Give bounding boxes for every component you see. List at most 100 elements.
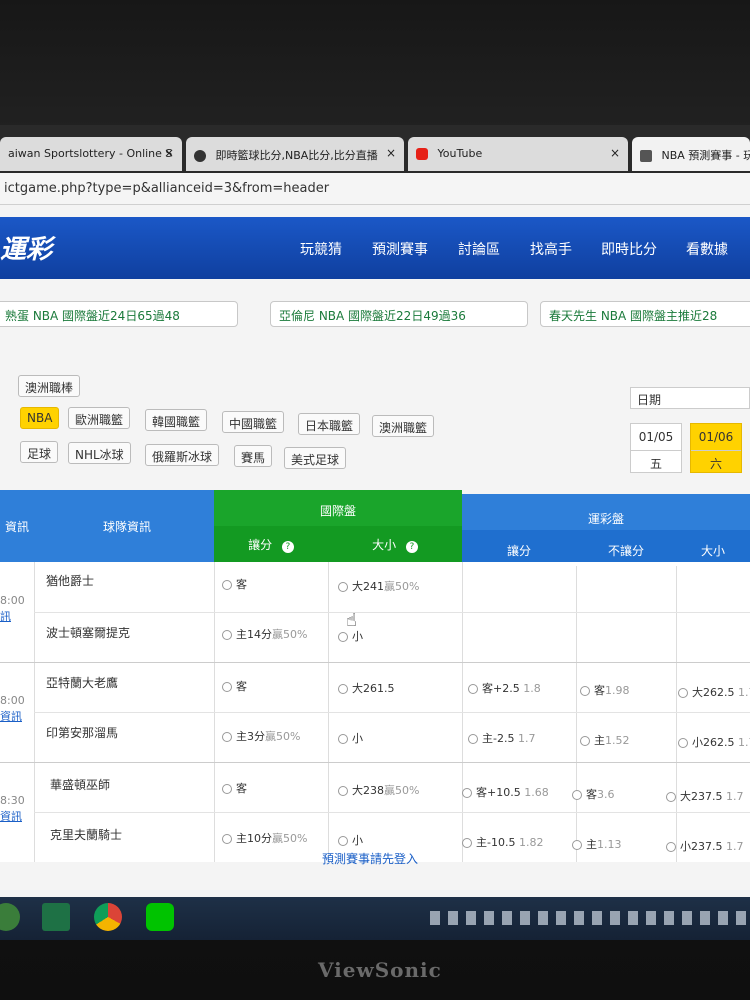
chrome-icon[interactable] <box>94 903 122 931</box>
close-icon[interactable]: × <box>164 146 174 160</box>
login-prompt-link[interactable]: 預測賽事請先登入 <box>322 850 418 867</box>
site-logo[interactable]: 運彩 <box>0 229 52 266</box>
spread-home-option[interactable]: 主3分贏50% <box>222 728 300 744</box>
local-total-over-option[interactable]: 大262.5 1.7 <box>678 684 750 700</box>
local-total-under-option[interactable]: 小237.5 1.7 <box>666 838 744 854</box>
filter-horse-racing[interactable]: 賽馬 <box>234 445 273 467</box>
filter-nba[interactable]: NBA <box>20 407 60 429</box>
ticker-item[interactable]: 熟蛋 NBA 國際盤近24日65過48 <box>0 301 238 327</box>
browser-screen: aiwan Sportslottery - Online S × 即時籃球比分,… <box>0 125 750 940</box>
local-nospread-away-option[interactable]: 客1.98 <box>580 682 630 698</box>
help-icon[interactable]: ? <box>405 541 418 553</box>
tab-label: YouTube <box>437 147 483 160</box>
home-team[interactable]: 印第安那溜馬 <box>46 724 118 741</box>
spread-away-option[interactable]: 客 <box>222 576 247 592</box>
game-info-link[interactable]: 資訊 <box>0 808 22 824</box>
radio-icon <box>338 632 348 642</box>
total-under-option[interactable]: 小 <box>338 730 363 746</box>
filter-japan-basketball[interactable]: 日本職籃 <box>298 413 361 435</box>
filter-nhl[interactable]: NHL冰球 <box>68 442 131 464</box>
game-info-link[interactable]: 訊 <box>0 608 11 624</box>
intl-header: 國際盤 <box>319 504 356 518</box>
filter-australia-baseball[interactable]: 澳洲職棒 <box>18 375 81 397</box>
radio-icon <box>572 790 582 800</box>
home-team[interactable]: 波士頓塞爾提克 <box>46 624 130 641</box>
tab-label: 即時籃球比分,NBA比分,比分直播 <box>215 149 378 162</box>
spread-away-option[interactable]: 客 <box>222 780 247 796</box>
away-team[interactable]: 猶他爵士 <box>46 572 94 589</box>
ticker-item[interactable]: 春天先生 NBA 國際盤主推近28 <box>540 301 750 327</box>
spread-home-option[interactable]: 主10分贏50% <box>222 830 307 846</box>
away-team[interactable]: 華盛頓巫師 <box>50 776 110 793</box>
radio-icon <box>580 686 590 696</box>
nav-experts[interactable]: 找高手 <box>530 239 572 259</box>
tab-basketball-scores[interactable]: 即時籃球比分,NBA比分,比分直播 × <box>186 137 404 171</box>
filter-russia-hockey[interactable]: 俄羅斯冰球 <box>145 444 220 466</box>
radio-icon <box>222 682 232 692</box>
nav-play[interactable]: 玩競猜 <box>300 239 342 259</box>
radio-icon <box>572 840 582 850</box>
local-spread-away-option[interactable]: 客+10.5 1.68 <box>462 784 549 800</box>
home-team[interactable]: 克里夫蘭騎士 <box>50 826 122 843</box>
total-under-option[interactable]: 小 <box>338 832 363 848</box>
total-over-option[interactable]: 大238贏50% <box>338 782 419 798</box>
game-time: 8:00 <box>0 694 25 707</box>
nav-predict[interactable]: 預測賽事 <box>372 239 428 259</box>
local-nospread-header: 不讓分 <box>607 544 644 558</box>
app-icon[interactable] <box>0 903 20 931</box>
day-0106[interactable]: 01/06 六 <box>690 423 742 473</box>
local-nospread-home-option[interactable]: 主1.13 <box>572 836 622 852</box>
game-info-link[interactable]: 資訊 <box>0 708 22 724</box>
spread-away-option[interactable]: 客 <box>222 678 247 694</box>
local-nospread-home-option[interactable]: 主1.52 <box>580 732 630 748</box>
site-favicon-icon <box>640 150 652 162</box>
filter-korea-basketball[interactable]: 韓國職籃 <box>145 409 208 431</box>
radio-icon <box>468 684 478 694</box>
radio-icon <box>580 736 590 746</box>
taskbar <box>0 897 750 940</box>
tab-nba-predict[interactable]: NBA 預測賽事 - 玩 <box>632 137 750 171</box>
team-header: 球隊資訊 <box>102 520 151 534</box>
local-spread-away-option[interactable]: 客+2.5 1.8 <box>468 680 541 696</box>
local-nospread-away-option[interactable]: 客3.6 <box>572 786 615 802</box>
total-over-option[interactable]: 大241贏50% <box>338 578 419 594</box>
local-spread-home-option[interactable]: 主-10.5 1.82 <box>462 834 543 850</box>
nav-data[interactable]: 看數據 <box>686 239 728 259</box>
local-total-under-option[interactable]: 小262.5 1.7 <box>678 734 750 750</box>
date-label: 日期 <box>630 387 750 409</box>
radio-icon <box>338 684 348 694</box>
spread-home-option[interactable]: 主14分贏50% <box>222 626 307 642</box>
total-over-option[interactable]: 大261.5 <box>338 680 395 696</box>
filter-china-basketball[interactable]: 中國職籃 <box>222 411 285 433</box>
day-0105[interactable]: 01/05 五 <box>630 423 682 473</box>
filter-soccer[interactable]: 足球 <box>20 441 59 463</box>
local-header: 運彩盤 <box>587 512 624 526</box>
radio-icon <box>222 732 232 742</box>
address-bar[interactable]: ictgame.php?type=p&allianceid=3&from=hea… <box>0 173 750 205</box>
filter-australia-basketball[interactable]: 澳洲職籃 <box>372 415 435 437</box>
close-icon[interactable]: × <box>386 146 396 160</box>
local-total-over-option[interactable]: 大237.5 1.7 <box>666 788 744 804</box>
nav-forum[interactable]: 討論區 <box>458 239 500 259</box>
radio-icon <box>222 834 232 844</box>
ticker-item[interactable]: 亞倫尼 NBA 國際盤近22日49過36 <box>270 301 528 327</box>
help-icon[interactable]: ? <box>281 541 294 553</box>
column-divider <box>576 566 577 862</box>
system-tray[interactable] <box>430 911 750 925</box>
line-icon[interactable] <box>146 903 174 931</box>
filter-american-football[interactable]: 美式足球 <box>284 447 347 469</box>
tab-youtube[interactable]: YouTube × <box>408 137 628 171</box>
tab-sportslottery[interactable]: aiwan Sportslottery - Online S × <box>0 137 182 171</box>
game-time: 8:00 <box>0 594 25 607</box>
filter-euro-basketball[interactable]: 歐洲職籃 <box>68 407 131 429</box>
close-icon[interactable]: × <box>610 146 620 160</box>
radio-icon <box>666 792 676 802</box>
excel-icon[interactable] <box>42 903 70 931</box>
row-divider <box>0 762 750 763</box>
local-spread-header: 讓分 <box>506 544 531 558</box>
radio-icon <box>462 838 472 848</box>
day-weekday: 六 <box>691 450 741 472</box>
away-team[interactable]: 亞特蘭大老鷹 <box>46 674 118 691</box>
nav-live-score[interactable]: 即時比分 <box>601 239 657 259</box>
local-spread-home-option[interactable]: 主-2.5 1.7 <box>468 730 535 746</box>
